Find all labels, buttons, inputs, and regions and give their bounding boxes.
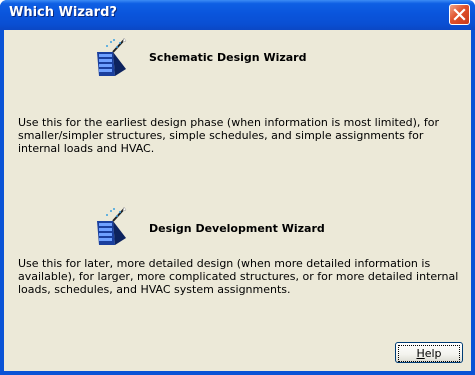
title-bar[interactable]: Which Wizard? bbox=[0, 0, 475, 30]
close-icon bbox=[453, 8, 466, 21]
dialog-window: Which Wizard? Schematic Design Wizard Us… bbox=[0, 0, 475, 375]
schematic-wizard-title[interactable]: Schematic Design Wizard bbox=[149, 51, 306, 64]
wizard-wand-icon[interactable] bbox=[93, 37, 129, 78]
wizard-wand-icon[interactable] bbox=[93, 206, 129, 247]
dialog-body: Schematic Design Wizard Use this for the… bbox=[4, 30, 471, 371]
schematic-wizard-description: Use this for the earliest design phase (… bbox=[18, 116, 440, 155]
design-development-wizard-description: Use this for later, more detailed design… bbox=[18, 257, 459, 296]
help-button-label: Help bbox=[398, 345, 460, 362]
window-title: Which Wizard? bbox=[9, 5, 117, 20]
help-button[interactable]: Help bbox=[395, 342, 463, 363]
close-button[interactable] bbox=[449, 4, 470, 25]
design-development-wizard-title[interactable]: Design Development Wizard bbox=[149, 222, 325, 235]
